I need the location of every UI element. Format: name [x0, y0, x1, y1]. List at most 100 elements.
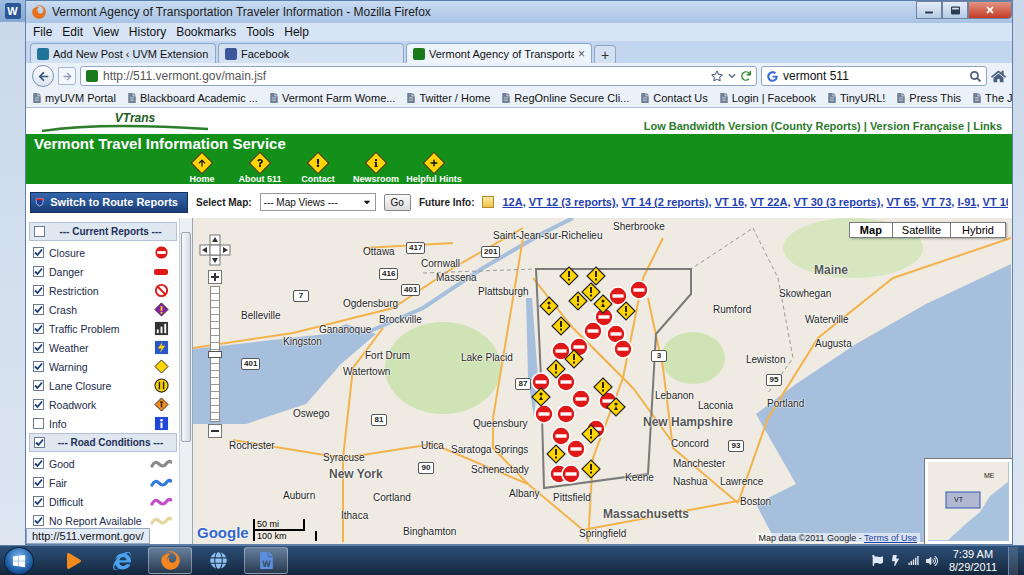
map-marker[interactable] [546, 444, 566, 464]
warning-marker-icon[interactable] [551, 316, 571, 336]
closure-marker-icon[interactable] [566, 439, 586, 459]
bookmark-item[interactable]: Blackboard Academic ... [127, 92, 258, 104]
layer-checkbox[interactable] [33, 361, 44, 372]
taskbar-app[interactable] [244, 547, 288, 574]
map-marker[interactable] [556, 404, 576, 424]
ticker-link[interactable]: VT 14 (2 reports) [622, 196, 709, 208]
layer-row[interactable]: Traffic Problem [29, 319, 177, 338]
map-marker[interactable] [613, 339, 633, 359]
bookmark-item[interactable]: TinyURL! [827, 92, 885, 104]
layer-checkbox[interactable] [33, 266, 44, 277]
map-marker[interactable] [629, 280, 649, 300]
power-icon[interactable] [890, 555, 901, 566]
browser-tab[interactable]: Add New Post ‹ UVM Extension Build... [30, 43, 216, 63]
menu-item[interactable]: Tools [241, 24, 279, 40]
tab-close-button[interactable]: × [578, 48, 585, 60]
closure-marker-icon[interactable] [571, 389, 591, 409]
zoom-out-button[interactable] [208, 424, 222, 438]
warning-marker-icon[interactable] [593, 377, 613, 397]
go-button[interactable]: Go [384, 194, 411, 211]
overview-map[interactable]: VTME [924, 458, 1012, 544]
layer-checkbox[interactable] [33, 515, 44, 526]
layer-row[interactable]: Closure [29, 243, 177, 262]
menu-item[interactable]: History [124, 24, 171, 40]
map-type-button[interactable]: Satellite [892, 222, 951, 238]
map-marker[interactable] [559, 266, 579, 286]
section-checkbox[interactable] [34, 437, 45, 448]
map-marker[interactable] [583, 321, 603, 341]
map-marker[interactable] [606, 397, 626, 417]
closure-marker-icon[interactable] [629, 280, 649, 300]
bookmark-item[interactable]: Login | Facebook [719, 92, 816, 104]
close-button[interactable] [968, 1, 1012, 19]
layer-row[interactable]: Weather [29, 338, 177, 357]
map-marker[interactable] [581, 424, 601, 444]
map-marker[interactable] [571, 389, 591, 409]
map-marker[interactable] [561, 464, 581, 484]
map-type-button[interactable]: Map [849, 222, 893, 238]
map-marker[interactable] [566, 439, 586, 459]
ticker-link[interactable]: VT 73 [922, 196, 951, 208]
warning-marker-icon[interactable] [581, 459, 601, 479]
taskbar-app[interactable] [196, 547, 240, 574]
layer-row[interactable]: Warning [29, 357, 177, 376]
bookmark-item[interactable]: Press This [896, 92, 961, 104]
map-marker[interactable] [546, 359, 566, 379]
closure-marker-icon[interactable] [534, 404, 554, 424]
maximize-button[interactable] [942, 1, 968, 19]
map-marker[interactable] [534, 404, 554, 424]
show-desktop-button[interactable] [1008, 547, 1018, 575]
ticker-link[interactable]: VT 12 (3 reports) [529, 196, 616, 208]
background-window-edge[interactable] [1013, 0, 1024, 545]
layer-checkbox[interactable] [33, 323, 44, 334]
background-window[interactable]: W [0, 0, 25, 545]
route-reports-button[interactable]: Switch to Route Reports [30, 192, 188, 213]
vtrans-logo[interactable]: VTrans [40, 112, 210, 132]
layer-checkbox[interactable] [33, 477, 44, 488]
header-link[interactable]: Version Française [870, 120, 964, 132]
ticker-link[interactable]: VT 16 [715, 196, 744, 208]
menu-item[interactable]: Help [279, 24, 314, 40]
search-button[interactable] [970, 71, 981, 82]
map-marker[interactable] [581, 459, 601, 479]
layer-checkbox[interactable] [33, 304, 44, 315]
site-nav-item[interactable]: Contact [296, 152, 340, 184]
volume-icon[interactable] [926, 555, 938, 567]
section-header[interactable]: --- Road Conditions --- [29, 433, 177, 452]
section-checkbox[interactable] [34, 226, 45, 237]
warning-marker-icon[interactable] [616, 301, 636, 321]
warning-marker-icon[interactable] [581, 424, 601, 444]
map-marker[interactable] [551, 316, 571, 336]
ticker-link[interactable]: 12A [502, 196, 522, 208]
closure-marker-icon[interactable] [613, 339, 633, 359]
map-marker[interactable] [564, 349, 584, 369]
map-marker[interactable] [593, 377, 613, 397]
warning-marker-icon[interactable] [559, 266, 579, 286]
layer-checkbox[interactable] [33, 380, 44, 391]
reload-button[interactable] [741, 71, 751, 81]
back-button[interactable] [32, 65, 54, 87]
layer-checkbox[interactable] [33, 247, 44, 258]
roadwork-marker-icon[interactable] [531, 387, 551, 407]
warning-marker-icon[interactable] [564, 349, 584, 369]
closure-marker-icon[interactable] [583, 321, 603, 341]
zoom-in-button[interactable] [208, 270, 222, 284]
layer-checkbox[interactable] [33, 418, 44, 429]
map-marker[interactable] [539, 296, 559, 316]
map-marker[interactable] [581, 282, 601, 302]
search-field[interactable]: vermont 511 [761, 66, 987, 86]
google-logo[interactable]: Google [197, 524, 249, 541]
sidebar-scrollbar[interactable] [179, 218, 192, 544]
future-info-toggle[interactable] [482, 196, 494, 208]
ticker-link[interactable]: VT 100 (6 [983, 196, 1008, 208]
action-center-icon[interactable] [872, 555, 883, 566]
header-link[interactable]: Links [973, 120, 1002, 132]
pan-control-icon[interactable] [199, 234, 231, 266]
roadwork-marker-icon[interactable] [606, 397, 626, 417]
warning-marker-icon[interactable] [581, 282, 601, 302]
map-type-button[interactable]: Hybrid [950, 222, 1006, 238]
browser-tab[interactable]: Vermont Agency of Transportation Tr...× [406, 43, 592, 63]
map-marker[interactable] [616, 301, 636, 321]
layer-checkbox[interactable] [33, 342, 44, 353]
bookmark-star-button[interactable] [711, 70, 723, 82]
